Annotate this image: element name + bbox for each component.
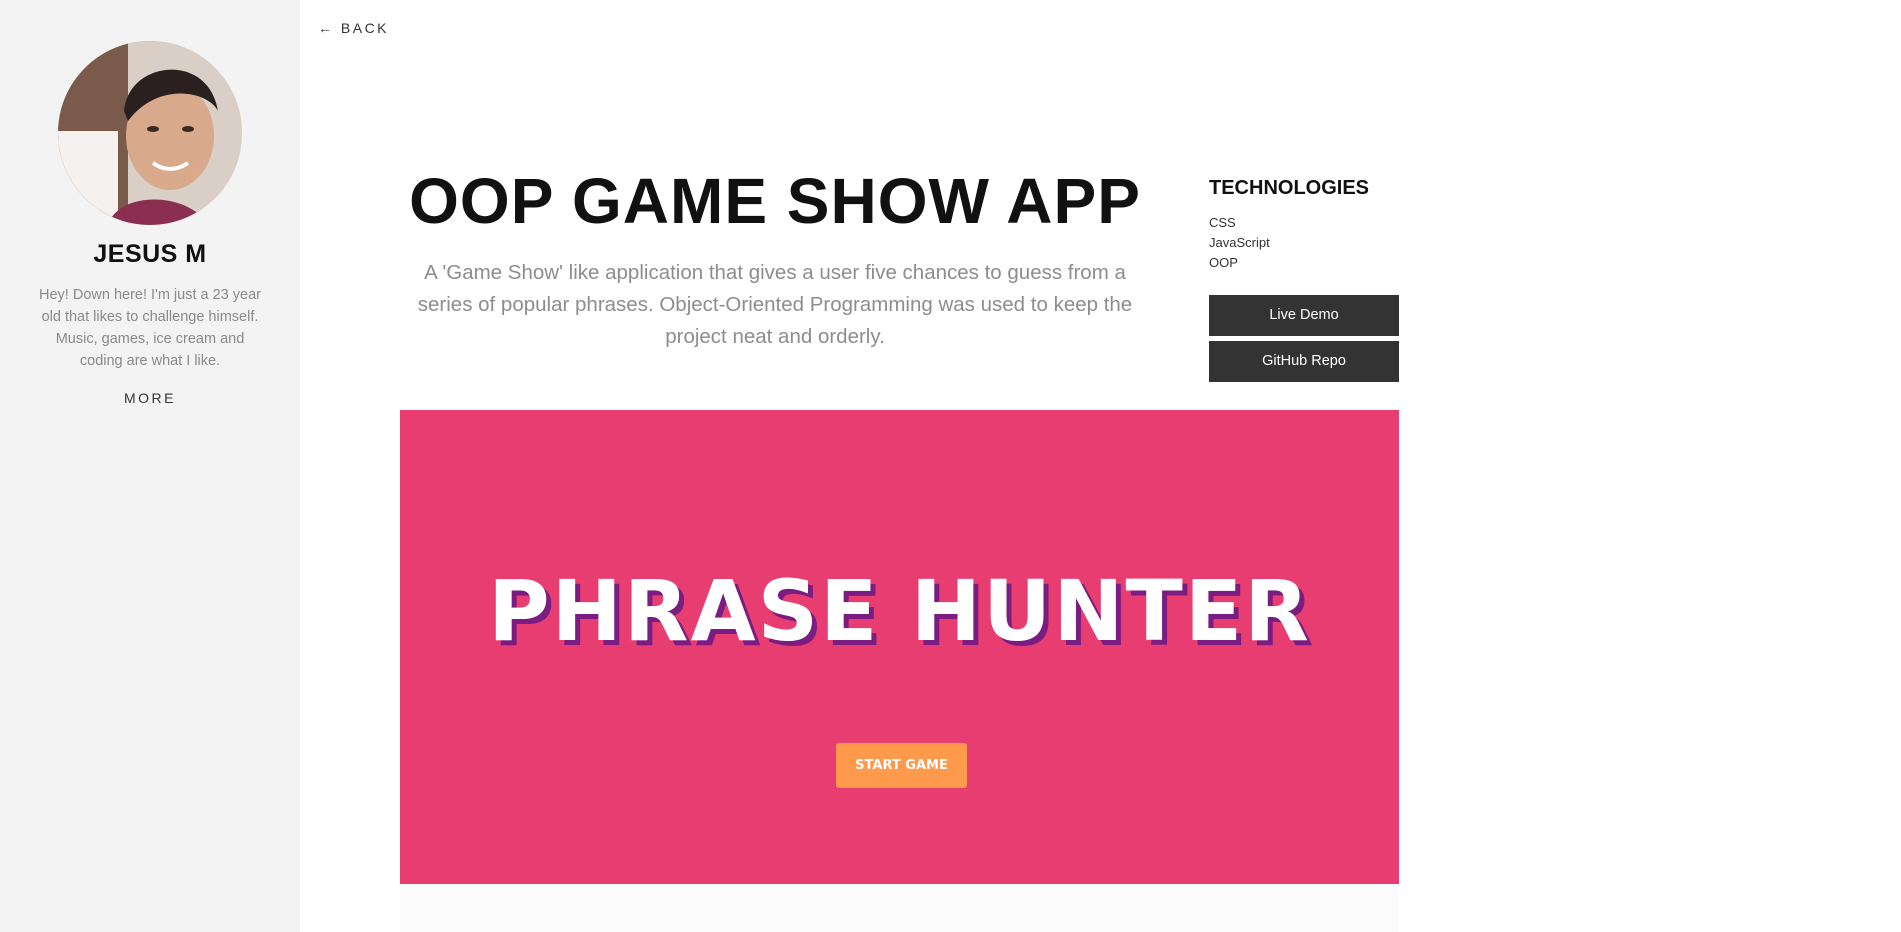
technology-item: JavaScript [1209, 235, 1270, 250]
preview-heading: PHRASE HUNTER [488, 562, 1311, 660]
technology-item: OOP [1209, 255, 1238, 270]
back-link[interactable]: ← BACK [318, 20, 389, 36]
project-preview: PHRASE HUNTER START GAME [400, 410, 1399, 884]
technology-item: CSS [1209, 215, 1236, 230]
project-description: A 'Game Show' like application that give… [417, 261, 1133, 348]
sidebar: JESUS M Hey! Down here! I'm just a 23 ye… [0, 0, 300, 932]
preview-continuation [400, 884, 1399, 932]
avatar-photo [58, 41, 242, 225]
profile-bio: Hey! Down here! I'm just a 23 year old t… [39, 287, 261, 369]
technologies-list: CSS JavaScript OOP [1209, 213, 1270, 273]
more-link[interactable]: MORE [0, 390, 300, 406]
github-repo-button[interactable]: GitHub Repo [1209, 341, 1399, 382]
live-demo-button[interactable]: Live Demo [1209, 295, 1399, 336]
project-title: OOP GAME SHOW APP [409, 165, 1141, 237]
profile-name: JESUS M [93, 240, 207, 268]
avatar [58, 41, 242, 225]
start-game-button[interactable]: START GAME [836, 743, 967, 788]
technologies-title: TECHNOLOGIES [1209, 177, 1370, 199]
